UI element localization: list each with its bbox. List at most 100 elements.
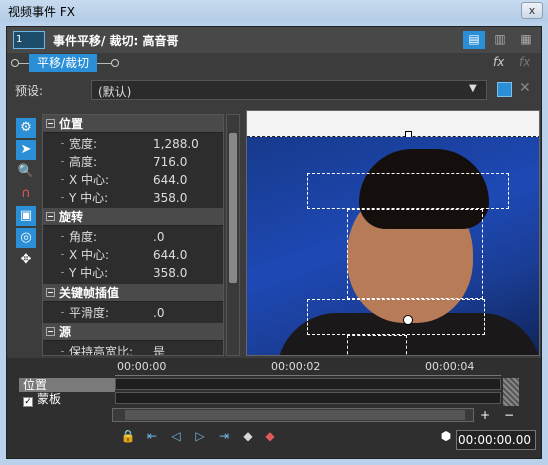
delete-preset-icon[interactable]: ✕	[519, 80, 531, 96]
mask-checkbox[interactable]: ✓	[23, 397, 33, 407]
first-keyframe-icon[interactable]: ⇤	[144, 428, 160, 444]
property-row[interactable]: 角度: .0	[43, 228, 223, 246]
split-view-button[interactable]: ▥	[489, 31, 511, 49]
section-title: 旋转	[59, 210, 84, 224]
list-view-button[interactable]: ▤	[463, 31, 485, 49]
window-title: 视频事件 FX	[8, 5, 75, 19]
plugin-pan-crop[interactable]: 平移/裁切	[29, 54, 98, 72]
cursor-marker-icon: ⬢	[440, 429, 452, 443]
zoom-in-button[interactable]: +	[478, 408, 492, 422]
property-name: Y 中心:	[69, 266, 109, 280]
mask-region-top[interactable]	[307, 173, 509, 209]
property-value[interactable]: 358.0	[153, 264, 187, 282]
preset-select[interactable]: (默认)	[91, 80, 487, 100]
chain-start-node	[11, 59, 19, 67]
branch-icon	[61, 236, 64, 237]
property-row[interactable]: 高度: 716.0	[43, 153, 223, 171]
zoom-out-button[interactable]: −	[502, 408, 516, 422]
timeline-row-mask[interactable]: ✓ 蒙板	[19, 392, 115, 407]
section-title: 关键帧插值	[59, 286, 120, 300]
collapse-icon[interactable]: −	[46, 327, 55, 336]
branch-icon	[61, 351, 64, 352]
timeline-row-label: 蒙板	[37, 392, 62, 406]
timecode-display[interactable]: 00:00:00.00	[456, 430, 536, 450]
property-name: Y 中心:	[69, 191, 109, 205]
close-button[interactable]: x	[521, 2, 543, 19]
branch-icon	[61, 197, 64, 198]
property-row[interactable]: 宽度: 1,288.0	[43, 135, 223, 153]
property-row[interactable]: 平滑度: .0	[43, 304, 223, 322]
property-value[interactable]: 1,288.0	[153, 135, 199, 153]
scale-center-icon[interactable]: ◎	[16, 228, 36, 248]
fx-header: 1 事件平移/ 裁切: 高音哥 ▤ ▥ ▦	[7, 27, 541, 53]
scrollbar-thumb[interactable]	[125, 410, 465, 420]
branch-icon	[61, 272, 64, 273]
section-keyframe[interactable]: − 关键帧插值	[43, 284, 223, 302]
property-value[interactable]: 644.0	[153, 246, 187, 264]
save-preset-icon[interactable]	[497, 82, 512, 97]
sync-cursor-icon[interactable]: 🔒	[120, 428, 136, 444]
preset-label: 预设:	[15, 84, 44, 98]
timeline-hscrollbar[interactable]	[112, 408, 474, 422]
fx-title: 事件平移/ 裁切: 高音哥	[53, 34, 179, 48]
property-name: 角度:	[69, 230, 98, 244]
collapse-icon[interactable]: −	[46, 212, 55, 221]
move-icon[interactable]: ✥	[16, 250, 36, 270]
pointer-icon[interactable]: ➤	[16, 140, 36, 160]
section-position[interactable]: − 位置	[43, 115, 223, 133]
property-value[interactable]: 644.0	[153, 171, 187, 189]
branch-icon	[61, 254, 64, 255]
canvas-ruler	[247, 111, 539, 137]
property-row[interactable]: Y 中心: 358.0	[43, 264, 223, 282]
delete-keyframe-icon[interactable]: ◆	[262, 428, 278, 444]
property-value[interactable]: .0	[153, 304, 164, 322]
property-name: 平滑度:	[69, 306, 110, 320]
plugin-chain: 平移/裁切 fx fx	[7, 53, 541, 75]
property-name: 宽度:	[69, 137, 98, 151]
scrollbar-thumb[interactable]	[229, 133, 237, 283]
timeline-row-position[interactable]: 位置	[19, 378, 115, 392]
property-name: 保持高宽比:	[69, 345, 134, 356]
position-track[interactable]	[115, 378, 501, 390]
property-row[interactable]: 保持高宽比: 是	[43, 343, 223, 356]
lock-aspect-icon[interactable]: ▣	[16, 206, 36, 226]
grid-view-button[interactable]: ▦	[515, 31, 537, 49]
branch-icon	[61, 179, 64, 180]
mask-region-mid[interactable]	[347, 209, 483, 299]
window-titlebar: 视频事件 FX x	[0, 0, 548, 22]
chain-end-node	[111, 59, 119, 67]
property-value[interactable]: 358.0	[153, 189, 187, 207]
property-row[interactable]: X 中心: 644.0	[43, 246, 223, 264]
center-point-handle[interactable]	[403, 315, 413, 325]
property-row[interactable]: Y 中心: 358.0	[43, 189, 223, 207]
zoom-icon[interactable]: 🔍	[16, 162, 36, 182]
branch-icon	[61, 312, 64, 313]
track-icon: 1	[13, 31, 45, 49]
add-keyframe-icon[interactable]: ◆	[240, 428, 256, 444]
gear-icon[interactable]: ⚙	[16, 118, 36, 138]
property-value[interactable]: 是	[153, 343, 165, 355]
property-row[interactable]: X 中心: 644.0	[43, 171, 223, 189]
fx-remove-button[interactable]: fx	[519, 55, 530, 69]
tool-strip: ⚙ ➤ 🔍 ∩ ▣ ◎ ✥	[14, 116, 40, 356]
section-source[interactable]: − 源	[43, 323, 223, 341]
mask-region-lower[interactable]	[347, 335, 407, 355]
property-scrollbar[interactable]	[226, 114, 240, 356]
property-value[interactable]: .0	[153, 228, 164, 246]
track-end-marker	[503, 378, 519, 406]
preview-canvas[interactable]	[246, 110, 540, 356]
section-rotation[interactable]: − 旋转	[43, 208, 223, 226]
prev-keyframe-icon[interactable]: ◁	[168, 428, 184, 444]
collapse-icon[interactable]: −	[46, 119, 55, 128]
mask-track[interactable]	[115, 392, 501, 404]
property-name: X 中心:	[69, 248, 110, 262]
property-list: − 位置 宽度: 1,288.0 高度: 716.0 X 中心: 644.0 Y 中心:…	[42, 114, 224, 356]
magnet-icon[interactable]: ∩	[16, 184, 36, 204]
last-keyframe-icon[interactable]: ⇥	[216, 428, 232, 444]
chevron-down-icon[interactable]: ▼	[469, 83, 477, 94]
fx-chain-button[interactable]: fx	[493, 55, 504, 69]
next-keyframe-icon[interactable]: ▷	[192, 428, 208, 444]
mask-region-bottom[interactable]	[307, 299, 485, 335]
collapse-icon[interactable]: −	[46, 288, 55, 297]
property-value[interactable]: 716.0	[153, 153, 187, 171]
